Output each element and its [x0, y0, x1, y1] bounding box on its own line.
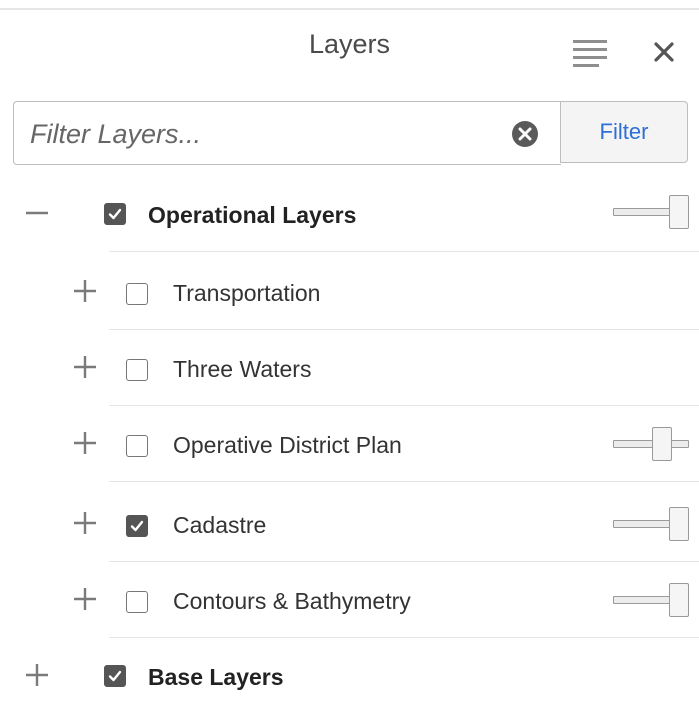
layer-row: Transportation: [0, 254, 699, 330]
minus-icon[interactable]: [24, 200, 50, 226]
clear-circle-x-icon[interactable]: [511, 120, 539, 148]
layer-opacity-slider[interactable]: [613, 506, 693, 544]
layer-label: Transportation: [173, 280, 321, 306]
layer-visibility-checkbox[interactable]: [126, 515, 148, 537]
layer-visibility-checkbox[interactable]: [104, 203, 126, 225]
close-icon[interactable]: [652, 40, 676, 64]
checkmark-icon: [108, 208, 122, 220]
filter-layers-input[interactable]: [28, 112, 502, 156]
layer-row: Base Layers: [0, 638, 699, 714]
row-divider: [109, 251, 699, 252]
row-divider: [109, 481, 699, 482]
plus-icon[interactable]: [72, 278, 98, 304]
layer-opacity-slider[interactable]: [613, 582, 693, 620]
plus-icon[interactable]: [24, 662, 50, 688]
layer-row: Contours & Bathymetry: [0, 562, 699, 638]
slider-thumb[interactable]: [652, 427, 672, 461]
layer-label: Contours & Bathymetry: [173, 588, 411, 614]
layer-visibility-checkbox[interactable]: [126, 591, 148, 613]
plus-icon[interactable]: [72, 430, 98, 456]
layer-row: Operational Layers: [0, 176, 699, 252]
filter-button[interactable]: Filter: [560, 101, 688, 163]
layer-visibility-checkbox[interactable]: [104, 665, 126, 687]
layer-label: Three Waters: [173, 356, 312, 382]
plus-icon[interactable]: [72, 510, 98, 536]
layer-row: Operative District Plan: [0, 406, 699, 482]
layer-visibility-checkbox[interactable]: [126, 435, 148, 457]
menu-list-icon[interactable]: [573, 40, 607, 70]
panel-header: Layers: [0, 10, 699, 82]
filter-bar: Filter: [13, 101, 690, 165]
slider-track: [613, 440, 689, 448]
slider-thumb[interactable]: [669, 583, 689, 617]
layer-label: Cadastre: [173, 512, 267, 538]
layer-row: Three Waters: [0, 330, 699, 406]
plus-icon[interactable]: [72, 354, 98, 380]
layer-visibility-checkbox[interactable]: [126, 359, 148, 381]
checkmark-icon: [108, 670, 122, 682]
checkmark-icon: [130, 520, 144, 532]
filter-input-container: [13, 101, 561, 165]
plus-icon[interactable]: [72, 586, 98, 612]
layer-row: Cadastre: [0, 486, 699, 562]
layer-visibility-checkbox[interactable]: [126, 283, 148, 305]
layer-opacity-slider[interactable]: [613, 426, 693, 464]
slider-thumb[interactable]: [669, 195, 689, 229]
layer-opacity-slider[interactable]: [613, 194, 693, 232]
layer-label: Base Layers: [148, 664, 284, 690]
slider-thumb[interactable]: [669, 507, 689, 541]
layer-label: Operative District Plan: [173, 432, 402, 458]
layer-label: Operational Layers: [148, 202, 357, 228]
